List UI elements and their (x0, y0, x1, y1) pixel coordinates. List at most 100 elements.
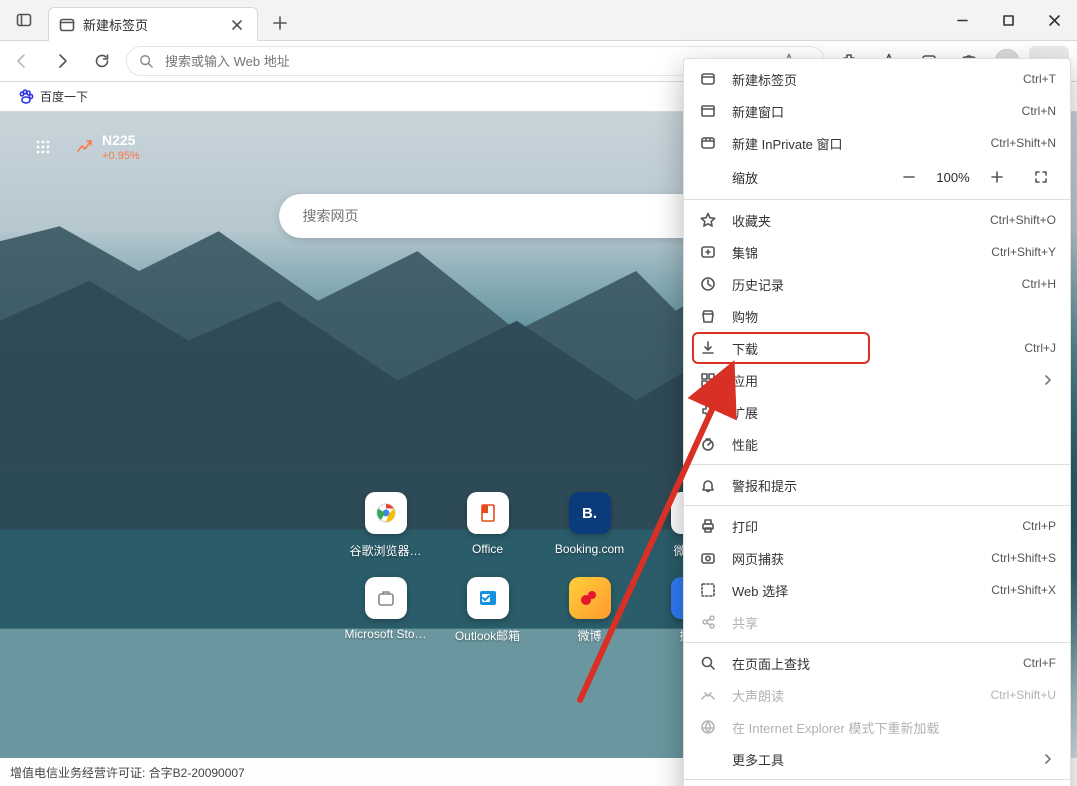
tab-actions-button[interactable] (0, 0, 48, 40)
separator (684, 464, 1070, 465)
menu-item-label: 应用 (732, 371, 1040, 390)
menu-item-star[interactable]: 收藏夹Ctrl+Shift+O (684, 204, 1070, 236)
separator (684, 642, 1070, 643)
refresh-button[interactable] (82, 40, 122, 82)
search-icon (139, 54, 153, 68)
select-icon (698, 582, 718, 598)
menu-item-apps[interactable]: 应用 (684, 364, 1070, 396)
menu-item-extensions[interactable]: 扩展 (684, 396, 1070, 428)
separator (684, 779, 1070, 780)
quicklink-2[interactable]: B.Booking.com (540, 492, 640, 559)
menu-item-shortcut: Ctrl+Shift+S (991, 551, 1056, 565)
menu-item-shortcut: Ctrl+T (1023, 72, 1056, 86)
baidu-icon (18, 89, 34, 105)
menu-item-label: 在页面上查找 (732, 654, 1023, 673)
menu-item-shortcut: Ctrl+Shift+Y (991, 245, 1056, 259)
collections-icon (698, 244, 718, 260)
menu-item-alert[interactable]: 警报和提示 (684, 469, 1070, 501)
menu-item-label: Web 选择 (732, 581, 991, 600)
menu-item-label: 网页捕获 (732, 549, 991, 568)
zoom-label: 缩放 (732, 168, 758, 187)
zoom-row: 缩放 100% (684, 159, 1070, 195)
menu-item-label: 购物 (732, 307, 1056, 326)
menu-item-label: 警报和提示 (732, 476, 1056, 495)
menu-item-shortcut: Ctrl+J (1024, 341, 1056, 355)
bookmark-baidu[interactable]: 百度一下 (12, 85, 94, 108)
capture-icon (698, 550, 718, 566)
menu-item-更多工具[interactable]: 更多工具 (684, 743, 1070, 775)
menu-item-download[interactable]: 下载Ctrl+J (684, 332, 1070, 364)
ticker-symbol: N225 (102, 132, 140, 148)
menu-item-select[interactable]: Web 选择Ctrl+Shift+X (684, 574, 1070, 606)
chevron-right-icon (1040, 375, 1056, 385)
menu-item-shortcut: Ctrl+Shift+O (990, 213, 1056, 227)
quicklink-1[interactable]: Office (438, 492, 538, 559)
menu-item-label: 新建 InPrivate 窗口 (732, 134, 991, 153)
menu-item-shortcut: Ctrl+N (1022, 104, 1056, 118)
quicklink-5[interactable]: Outlook邮箱 (438, 577, 538, 644)
extensions-icon (698, 404, 718, 420)
quicklink-0[interactable]: 谷歌浏览器… (336, 492, 436, 559)
menu-item-label: 性能 (732, 435, 1056, 454)
footer-license: 增值电信业务经营许可证: 合字B2-20090007 (10, 764, 245, 781)
fullscreen-button[interactable] (1022, 162, 1060, 192)
menu-item-shortcut: Ctrl+F (1023, 656, 1056, 670)
menu-item-capture[interactable]: 网页捕获Ctrl+Shift+S (684, 542, 1070, 574)
settings-menu: 新建标签页Ctrl+T新建窗口Ctrl+N新建 InPrivate 窗口Ctrl… (683, 58, 1071, 786)
menu-item-label: 新建标签页 (732, 70, 1023, 89)
separator (684, 505, 1070, 506)
zoom-out-button[interactable] (890, 162, 928, 192)
menu-item-inprivate[interactable]: 新建 InPrivate 窗口Ctrl+Shift+N (684, 127, 1070, 159)
bookmark-label: 百度一下 (40, 88, 88, 105)
menu-item-shortcut: Ctrl+H (1022, 277, 1056, 291)
maximize-button[interactable] (985, 0, 1031, 40)
performance-icon (698, 436, 718, 452)
new-tab-button[interactable] (264, 7, 296, 39)
newtab-icon (59, 17, 75, 33)
menu-item-tab[interactable]: 新建标签页Ctrl+T (684, 63, 1070, 95)
back-button[interactable] (2, 40, 42, 82)
menu-item-collections[interactable]: 集锦Ctrl+Shift+Y (684, 236, 1070, 268)
menu-item-shortcut: Ctrl+P (1022, 519, 1056, 533)
tab-icon (698, 71, 718, 87)
zoom-in-button[interactable] (978, 162, 1016, 192)
menu-item-read: 大声朗读Ctrl+Shift+U (684, 679, 1070, 711)
menu-item-shopping[interactable]: 购物 (684, 300, 1070, 332)
find-icon (698, 655, 718, 671)
star-icon (698, 212, 718, 228)
menu-item-window[interactable]: 新建窗口Ctrl+N (684, 95, 1070, 127)
menu-item-find[interactable]: 在页面上查找Ctrl+F (684, 647, 1070, 679)
menu-item-shortcut: Ctrl+Shift+N (991, 136, 1056, 150)
stock-ticker[interactable]: N225 +0.95% (76, 132, 140, 162)
browser-window: 新建标签页 百度一下 (0, 0, 1077, 786)
window-controls (939, 0, 1077, 40)
menu-item-label: 集锦 (732, 243, 991, 262)
close-window-button[interactable] (1031, 0, 1077, 40)
tab-current[interactable]: 新建标签页 (48, 7, 258, 41)
menu-item-performance[interactable]: 性能 (684, 428, 1070, 460)
download-icon (698, 340, 718, 356)
menu-item-label: 打印 (732, 517, 1022, 536)
inprivate-icon (698, 135, 718, 151)
trend-up-icon (76, 138, 94, 156)
shopping-icon (698, 308, 718, 324)
alert-icon (698, 477, 718, 493)
quicklink-6[interactable]: 微博 (540, 577, 640, 644)
forward-button[interactable] (42, 40, 82, 82)
minimize-button[interactable] (939, 0, 985, 40)
quicklink-4[interactable]: Microsoft Sto… (336, 577, 436, 644)
menu-item-label: 下载 (732, 339, 1024, 358)
menu-item-print[interactable]: 打印Ctrl+P (684, 510, 1070, 542)
tab-close-button[interactable] (227, 15, 247, 35)
menu-item-label: 共享 (732, 613, 1056, 632)
window-icon (698, 103, 718, 119)
apps-icon (698, 372, 718, 388)
menu-item-history[interactable]: 历史记录Ctrl+H (684, 268, 1070, 300)
titlebar: 新建标签页 (0, 0, 1077, 40)
zoom-value: 100% (928, 170, 978, 185)
menu-item-label: 收藏夹 (732, 211, 990, 230)
app-launcher-button[interactable] (28, 132, 58, 162)
menu-item-label: 新建窗口 (732, 102, 1022, 121)
menu-item-shortcut: Ctrl+Shift+X (991, 583, 1056, 597)
menu-item-ie: 在 Internet Explorer 模式下重新加载 (684, 711, 1070, 743)
